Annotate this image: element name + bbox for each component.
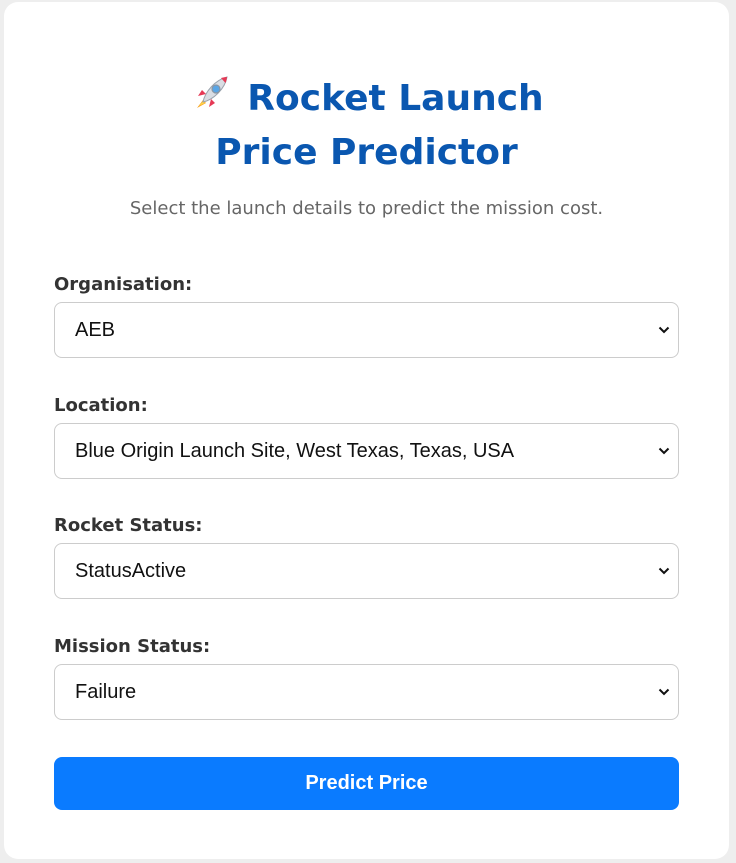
page-subtitle: Select the launch details to predict the… bbox=[129, 198, 604, 219]
location-select[interactable]: Blue Origin Launch Site, West Texas, Tex… bbox=[54, 423, 679, 479]
predictor-card: Rocket Launch Price Predictor Select the… bbox=[4, 2, 729, 859]
location-label: Location: bbox=[54, 395, 148, 416]
organisation-label: Organisation: bbox=[54, 274, 193, 295]
location-select-value: Blue Origin Launch Site, West Texas, Tex… bbox=[75, 440, 515, 462]
chevron-down-icon bbox=[658, 567, 670, 575]
rocket-status-select-value: StatusActive bbox=[75, 560, 187, 582]
chevron-down-icon bbox=[658, 688, 670, 696]
page-title: Rocket Launch Price Predictor bbox=[4, 72, 729, 180]
organisation-select[interactable]: AEB bbox=[54, 302, 679, 358]
mission-status-select-value: Failure bbox=[75, 681, 137, 703]
rocket-status-select[interactable]: StatusActive bbox=[54, 543, 679, 599]
rocket-icon bbox=[197, 76, 228, 108]
predict-price-button[interactable]: Predict Price bbox=[54, 757, 679, 810]
mission-status-select[interactable]: Failure bbox=[54, 664, 679, 720]
rocket-status-label: Rocket Status: bbox=[54, 515, 203, 536]
chevron-down-icon bbox=[658, 447, 670, 455]
chevron-down-icon bbox=[658, 326, 670, 334]
mission-status-label: Mission Status: bbox=[54, 636, 211, 657]
page-title-text: Rocket Launch Price Predictor bbox=[215, 78, 544, 173]
organisation-select-value: AEB bbox=[75, 319, 116, 341]
